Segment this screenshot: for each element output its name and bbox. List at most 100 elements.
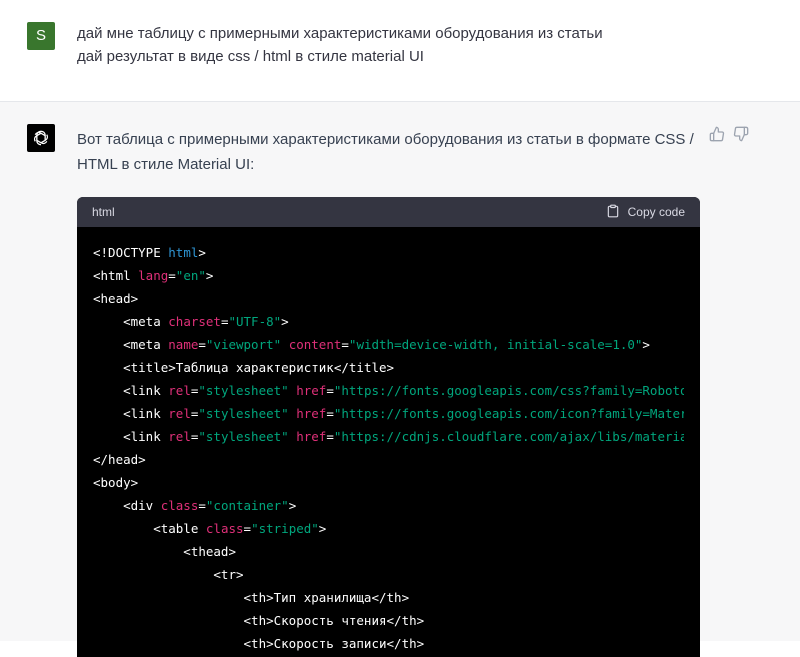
code-token: content [288, 337, 342, 352]
code-token: <meta [93, 314, 169, 329]
thumbs-down-icon[interactable] [733, 126, 751, 144]
code-line: <th>Скорость чтения</th> [93, 609, 684, 632]
assistant-intro-line: Вот таблица с примерными характеристикам… [77, 131, 694, 148]
code-token: Тип хранилища [273, 590, 372, 605]
code-token: rel [168, 429, 191, 444]
code-line: <link rel="stylesheet" href="https://fon… [93, 402, 684, 425]
code-token: <table [93, 521, 206, 536]
code-token: <th> [93, 590, 274, 605]
code-line: <html lang="en"> [93, 264, 684, 287]
code-token: = [168, 268, 176, 283]
code-token: "stylesheet" [198, 406, 289, 421]
code-token: name [168, 337, 199, 352]
code-token: <title> [93, 360, 176, 375]
code-token: = [326, 406, 334, 421]
copy-code-button[interactable]: Copy code [606, 204, 685, 221]
code-token: <html [93, 268, 139, 283]
assistant-message: Вот таблица с примерными характеристикам… [0, 102, 800, 657]
code-line: <tr> [93, 563, 684, 586]
code-token: <body> [93, 475, 139, 490]
code-line: <body> [93, 471, 684, 494]
openai-logo-icon [27, 124, 55, 152]
code-line: <!DOCTYPE html> [93, 241, 684, 264]
user-message: S дай мне таблицу с примерными характери… [0, 0, 800, 102]
code-token: Скорость записи [273, 636, 387, 651]
code-line: <meta name="viewport" content="width=dev… [93, 333, 684, 356]
code-token: <meta [93, 337, 169, 352]
code-token: class [160, 498, 199, 513]
code-token: = [326, 429, 334, 444]
user-avatar: S [27, 22, 55, 50]
code-token: "https://fonts.googleapis.com/css?family… [333, 383, 684, 398]
user-message-line: дай мне таблицу с примерными характерист… [77, 25, 603, 42]
code-token: = [198, 498, 206, 513]
code-line: <div class="container"> [93, 494, 684, 517]
code-token: = [243, 521, 252, 536]
code-line: <th>Скорость записи</th> [93, 632, 684, 655]
code-token: > [205, 268, 214, 283]
code-token: rel [168, 406, 191, 421]
code-token: "en" [175, 268, 206, 283]
assistant-intro-line: HTML в стиле Material UI: [77, 156, 255, 173]
code-token: > [198, 245, 206, 260]
code-language-label: html [92, 205, 115, 219]
code-line: <head> [93, 287, 684, 310]
code-token: > [642, 337, 650, 352]
code-token: <link [93, 383, 169, 398]
code-token: Скорость чтения [273, 613, 387, 628]
code-token: "container" [205, 498, 289, 513]
code-token: <head> [93, 291, 139, 306]
clipboard-icon [606, 204, 620, 221]
code-content: <!DOCTYPE html> <html lang="en"> <head> <m… [77, 227, 700, 657]
code-token: "width=device-width, initial-scale=1.0" [348, 337, 643, 352]
code-token: Таблица характеристик [175, 360, 334, 375]
code-token: class [205, 521, 244, 536]
code-token: <th> [93, 636, 274, 651]
code-line: <thead> [93, 540, 684, 563]
code-line: <link rel="stylesheet" href="https://fon… [93, 379, 684, 402]
code-token: charset [168, 314, 221, 329]
feedback-buttons [709, 126, 751, 144]
code-token: = [198, 337, 206, 352]
user-message-text: дай мне таблицу с примерными характерист… [77, 22, 717, 68]
code-token: lang [138, 268, 169, 283]
code-token: <thead> [93, 544, 236, 559]
assistant-message-text: Вот таблица с примерными характеристикам… [77, 127, 702, 177]
code-token: "stylesheet" [198, 429, 289, 444]
code-token: <!DOCTYPE [93, 245, 169, 260]
code-line: <meta charset="UTF-8"> [93, 310, 684, 333]
code-token: <tr> [93, 567, 244, 582]
code-token: </th> [386, 613, 425, 628]
code-token: > [318, 521, 327, 536]
code-token: <th> [93, 613, 274, 628]
code-token: href [296, 429, 327, 444]
code-token: href [296, 406, 327, 421]
code-line: <link rel="stylesheet" href="https://cdn… [93, 425, 684, 448]
code-token: = [326, 383, 334, 398]
user-message-line: дай результат в виде css / html в стиле … [77, 48, 424, 65]
code-token: </th> [371, 590, 410, 605]
code-line: <title>Таблица характеристик</title> [93, 356, 684, 379]
code-token: html [168, 245, 199, 260]
code-token: "https://cdnjs.cloudflare.com/ajax/libs/… [333, 429, 684, 444]
code-block: html Copy code <!DOCTYPE html> <html lang… [77, 197, 700, 657]
code-token: </head> [93, 452, 146, 467]
code-token: "UTF-8" [228, 314, 282, 329]
code-token: </th> [386, 636, 425, 651]
code-token: href [296, 383, 327, 398]
code-token: > [288, 498, 297, 513]
code-line: <table class="striped"> [93, 517, 684, 540]
thumbs-up-icon[interactable] [709, 126, 727, 144]
code-token: "stylesheet" [198, 383, 289, 398]
code-token: "https://fonts.googleapis.com/icon?famil… [333, 406, 684, 421]
code-token: </title> [333, 360, 395, 375]
code-token: <div [93, 498, 161, 513]
code-token: rel [168, 383, 191, 398]
code-line: </head> [93, 448, 684, 471]
code-header: html Copy code [77, 197, 700, 227]
code-token: "viewport" [205, 337, 282, 352]
code-token: = [341, 337, 349, 352]
code-token: <link [93, 429, 169, 444]
code-line: <th>Тип хранилища</th> [93, 586, 684, 609]
